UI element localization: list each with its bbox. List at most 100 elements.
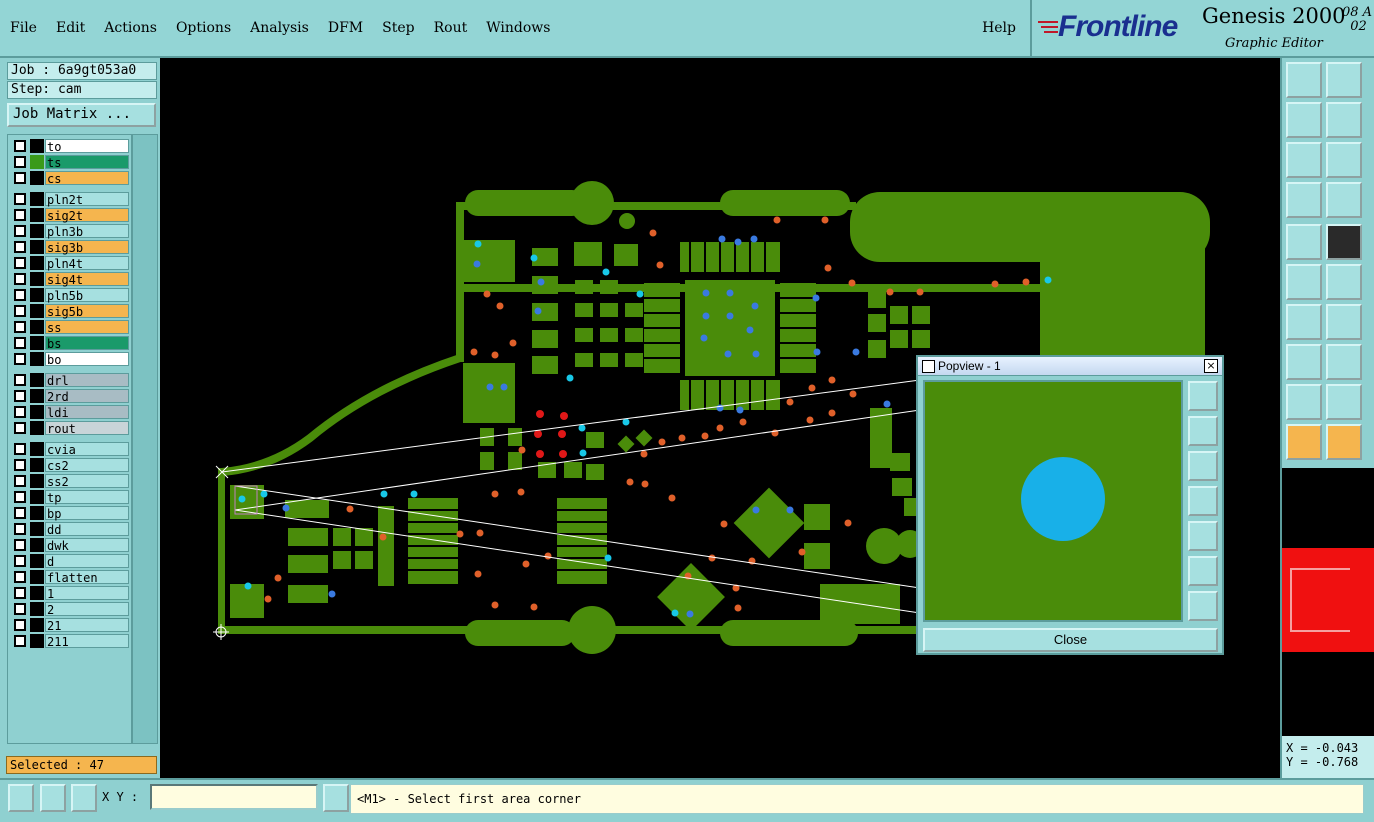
layer-visibility-checkbox[interactable]	[14, 209, 26, 221]
layer-row-pln4t[interactable]: pln4t	[11, 256, 129, 271]
add-pad-icon[interactable]	[1286, 224, 1322, 260]
layer-color-swatch[interactable]	[30, 240, 44, 254]
layer-color-swatch[interactable]	[30, 352, 44, 366]
layer-color-swatch[interactable]	[30, 458, 44, 472]
layer-name[interactable]: ss2	[45, 474, 129, 489]
layer-name[interactable]: sig2t	[45, 208, 129, 223]
select-arrow-icon[interactable]	[1286, 424, 1322, 460]
layer-visibility-checkbox[interactable]	[14, 619, 26, 631]
layer-row-cs2[interactable]: cs2	[11, 458, 129, 473]
layer-name[interactable]: pln3b	[45, 224, 129, 239]
layer-name[interactable]: sig5b	[45, 304, 129, 319]
popview-close-button[interactable]: Close	[923, 628, 1218, 652]
layer-row-bp[interactable]: bp	[11, 506, 129, 521]
layer-row-rout[interactable]: rout	[11, 421, 129, 436]
layer-color-swatch[interactable]	[30, 442, 44, 456]
popview-canvas[interactable]	[923, 380, 1183, 622]
layer-visibility-checkbox[interactable]	[14, 273, 26, 285]
layer-row-21[interactable]: 21	[11, 618, 129, 633]
layer-color-swatch[interactable]	[30, 389, 44, 403]
popview-pan-left-icon[interactable]	[1188, 486, 1218, 516]
layer-row-2rd[interactable]: 2rd	[11, 389, 129, 404]
layer-color-swatch[interactable]	[30, 224, 44, 238]
layer-row-sig2t[interactable]: sig2t	[11, 208, 129, 223]
popview-home-icon[interactable]	[1188, 591, 1218, 621]
pad-select-icon[interactable]	[1286, 344, 1322, 380]
layer-row-cs[interactable]: cs	[11, 171, 129, 186]
layer-name[interactable]: cs2	[45, 458, 129, 473]
layer-visibility-checkbox[interactable]	[14, 422, 26, 434]
layer-color-swatch[interactable]	[30, 256, 44, 270]
layer-visibility-checkbox[interactable]	[14, 443, 26, 455]
polygon-icon[interactable]	[1326, 224, 1362, 260]
layer-visibility-checkbox[interactable]	[14, 587, 26, 599]
layer-name[interactable]: 1	[45, 586, 129, 601]
layer-visibility-checkbox[interactable]	[14, 491, 26, 503]
layer-visibility-checkbox[interactable]	[14, 523, 26, 535]
layer-row-sig3b[interactable]: sig3b	[11, 240, 129, 255]
layer-name[interactable]: 21	[45, 618, 129, 633]
layer-color-swatch[interactable]	[30, 586, 44, 600]
menu-help[interactable]: Help	[982, 20, 1016, 36]
popview-title[interactable]: Popview - 1	[918, 357, 1222, 376]
diagonal-line-icon[interactable]	[1326, 304, 1362, 340]
popview-zoom-out-icon[interactable]	[1188, 556, 1218, 586]
layer-row-pln2t[interactable]: pln2t	[11, 192, 129, 207]
layer-row-1[interactable]: 1	[11, 586, 129, 601]
layer-name[interactable]: d	[45, 554, 129, 569]
layer-row-d[interactable]: d	[11, 554, 129, 569]
layer-list-scroll-area[interactable]	[132, 134, 158, 744]
layer-name[interactable]: dd	[45, 522, 129, 537]
layer-row-cvia[interactable]: cvia	[11, 442, 129, 457]
layer-name[interactable]: sig3b	[45, 240, 129, 255]
popview-close-icon[interactable]: ×	[1204, 359, 1218, 373]
layer-row-to[interactable]: to	[11, 139, 129, 154]
layer-color-swatch[interactable]	[30, 155, 44, 169]
layer-color-swatch[interactable]	[30, 474, 44, 488]
layer-color-swatch[interactable]	[30, 192, 44, 206]
layer-color-swatch[interactable]	[30, 522, 44, 536]
overview-map[interactable]	[1280, 468, 1374, 736]
layer-name[interactable]: bp	[45, 506, 129, 521]
xy-input[interactable]	[150, 784, 318, 810]
layer-color-swatch[interactable]	[30, 373, 44, 387]
layer-color-swatch[interactable]	[30, 171, 44, 185]
layer-name[interactable]: sig4t	[45, 272, 129, 287]
layer-visibility-checkbox[interactable]	[14, 475, 26, 487]
menu-analysis[interactable]: Analysis	[250, 20, 309, 36]
layer-name[interactable]: ts	[45, 155, 129, 170]
layer-visibility-checkbox[interactable]	[14, 289, 26, 301]
popview-pan-up-icon[interactable]	[1188, 416, 1218, 446]
layer-color-swatch[interactable]	[30, 139, 44, 153]
layer-color-swatch[interactable]	[30, 304, 44, 318]
layer-name[interactable]: drl	[45, 373, 129, 388]
layer-color-swatch[interactable]	[30, 421, 44, 435]
layer-visibility-checkbox[interactable]	[14, 321, 26, 333]
layer-color-swatch[interactable]	[30, 506, 44, 520]
layer-name[interactable]: 2	[45, 602, 129, 617]
layer-color-swatch[interactable]	[30, 490, 44, 504]
layer-visibility-checkbox[interactable]	[14, 507, 26, 519]
layer-color-swatch[interactable]	[30, 336, 44, 350]
popview-zoom-icon[interactable]	[1188, 381, 1218, 411]
menu-step[interactable]: Step	[382, 20, 414, 36]
layer-row-tp[interactable]: tp	[11, 490, 129, 505]
layer-color-swatch[interactable]	[30, 554, 44, 568]
layer-row-pln3b[interactable]: pln3b	[11, 224, 129, 239]
layer-name[interactable]: ldi	[45, 405, 129, 420]
layer-row-pln5b[interactable]: pln5b	[11, 288, 129, 303]
measure-icon[interactable]	[1286, 182, 1322, 218]
layer-name[interactable]: pln4t	[45, 256, 129, 271]
pan-left-icon[interactable]	[1286, 102, 1322, 138]
pan-right-icon[interactable]	[1326, 102, 1362, 138]
layer-color-swatch[interactable]	[30, 208, 44, 222]
menu-rout[interactable]: Rout	[434, 20, 468, 36]
layer-name[interactable]: flatten	[45, 570, 129, 585]
line-icon[interactable]	[1286, 304, 1322, 340]
popview-pan-down-icon[interactable]	[1188, 451, 1218, 481]
layer-visibility-checkbox[interactable]	[14, 193, 26, 205]
layer-row-ts[interactable]: ts	[11, 155, 129, 170]
menu-edit[interactable]: Edit	[56, 20, 85, 36]
layer-row-dd[interactable]: dd	[11, 522, 129, 537]
layer-name[interactable]: bo	[45, 352, 129, 367]
